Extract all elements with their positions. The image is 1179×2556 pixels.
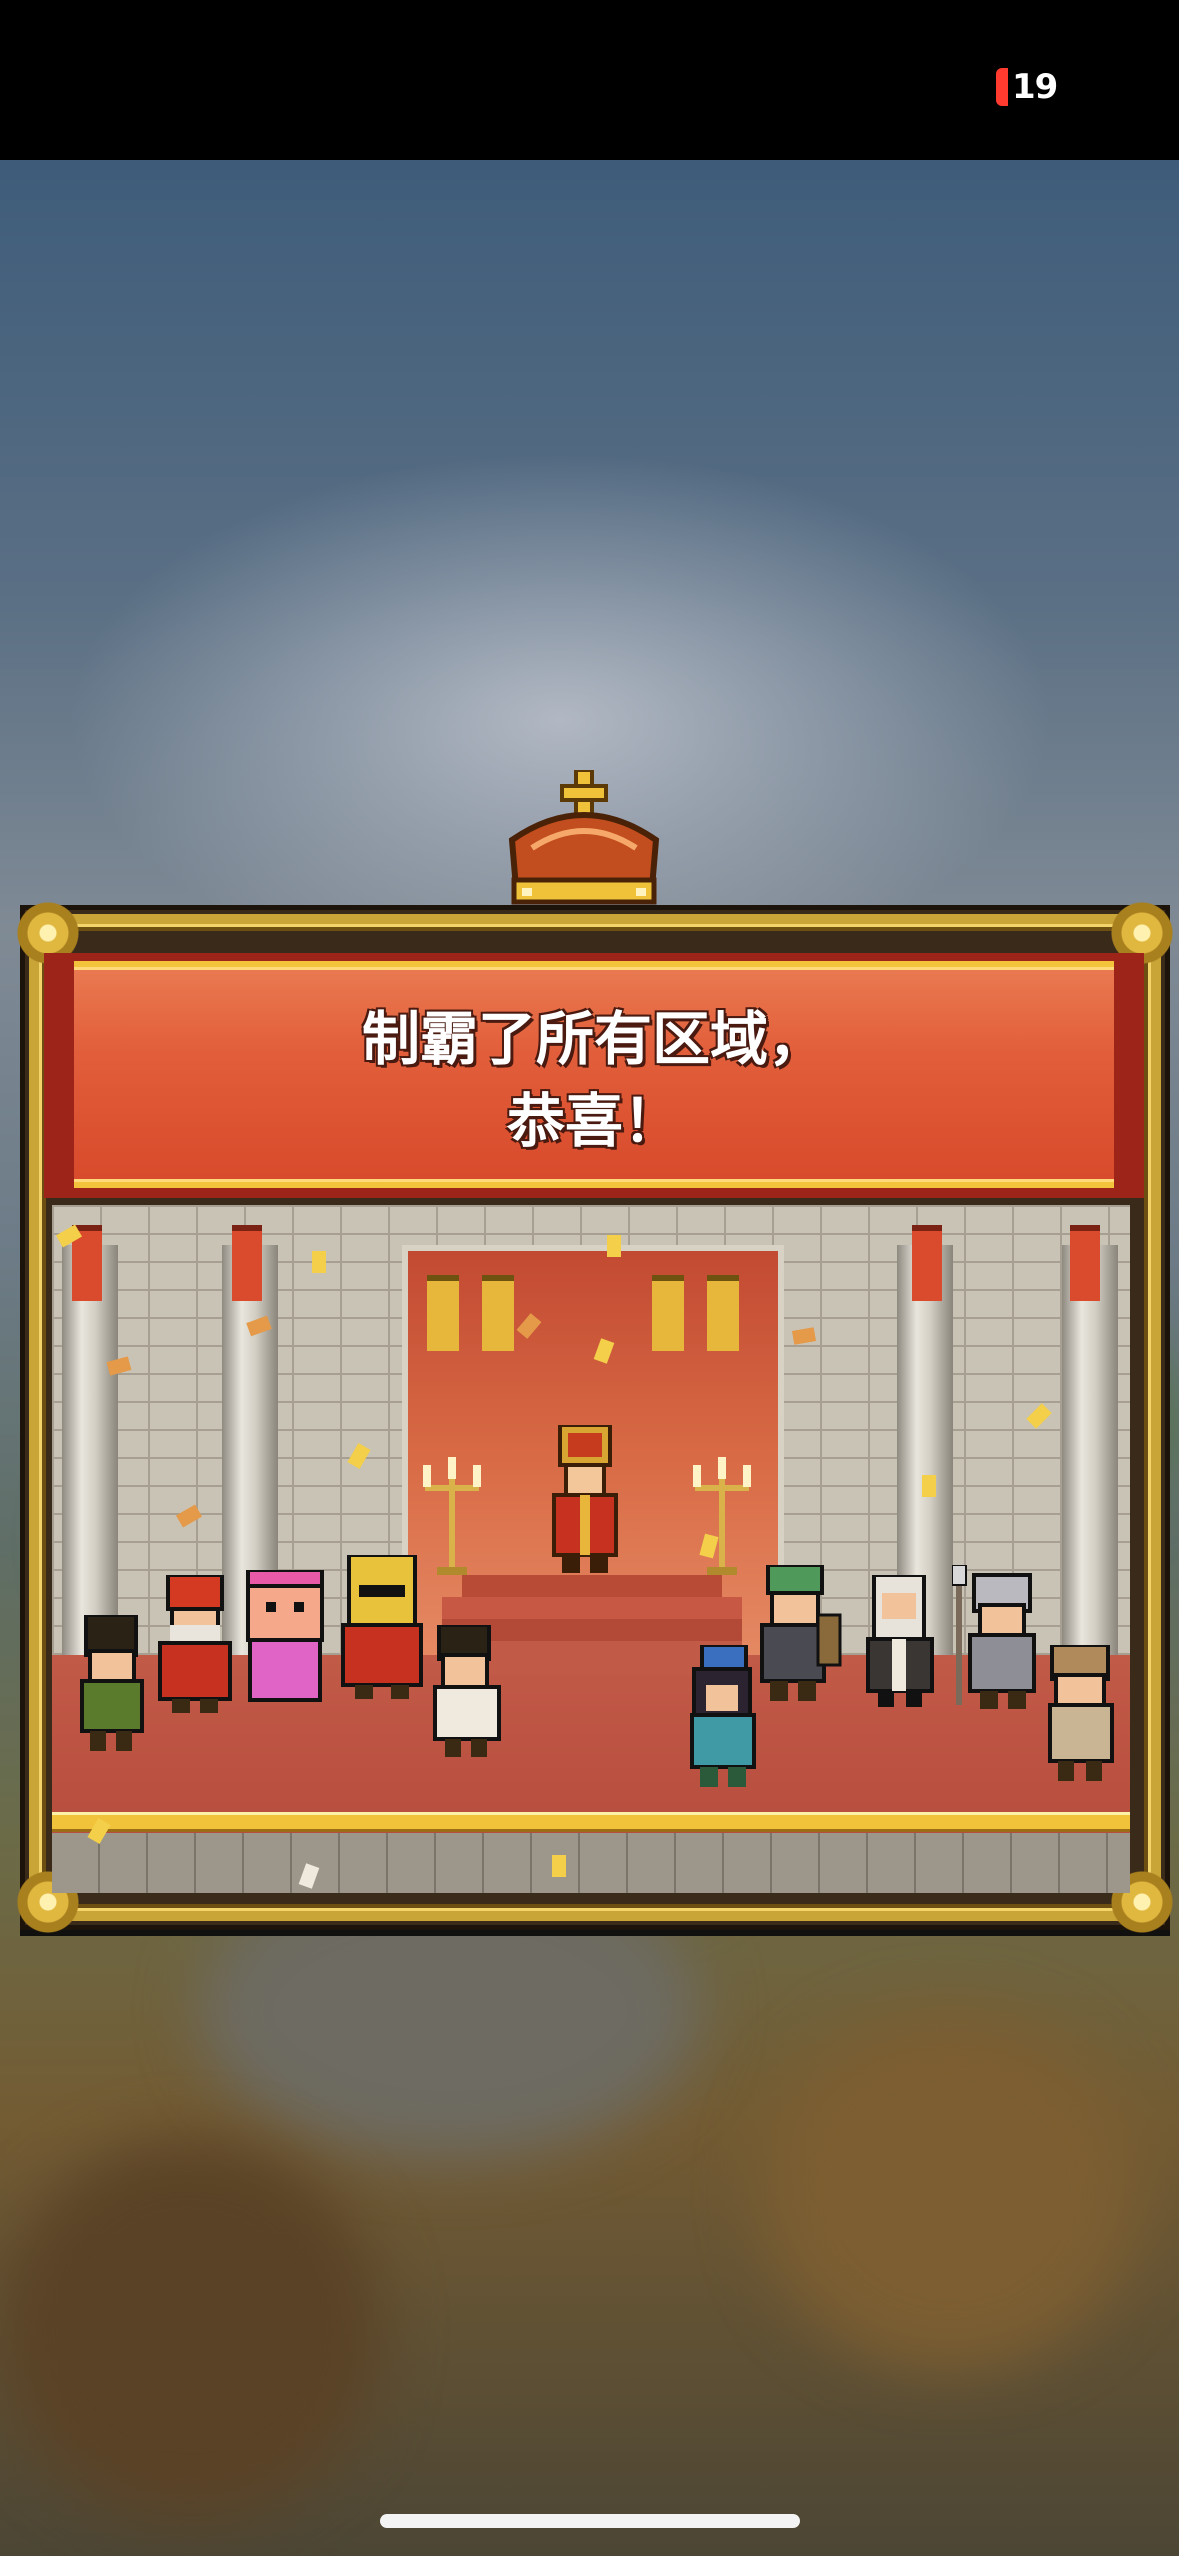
pink-princess-character [246, 1570, 324, 1702]
red-flag-icon [232, 1225, 262, 1301]
gold-flag-icon [652, 1275, 684, 1351]
dialog-title: 制霸了所有区域， 恭喜！ [361, 1005, 826, 1155]
title-banner: 制霸了所有区域， 恭喜！ [44, 953, 1144, 1198]
gold-flag-icon [707, 1275, 739, 1351]
gold-flag-icon [427, 1275, 459, 1351]
red-flag-icon [912, 1225, 942, 1301]
crown-icon [508, 770, 660, 905]
villager-character [80, 1615, 144, 1751]
confetti [607, 1235, 621, 1257]
candelabra-icon [693, 1457, 751, 1575]
battery-indicator: 19 [996, 66, 1058, 108]
battery-level: 19 [1012, 67, 1058, 107]
merchant-character [760, 1565, 842, 1701]
elder-character [866, 1575, 934, 1707]
spear-soldier-character [952, 1565, 1036, 1709]
confetti [552, 1855, 566, 1877]
status-bar: 19 [0, 0, 1179, 160]
red-flag-icon [1070, 1225, 1100, 1301]
hunter-character [1048, 1645, 1114, 1781]
confetti [312, 1251, 326, 1273]
battery-icon [996, 68, 1008, 106]
gold-flag-icon [482, 1275, 514, 1351]
red-cleric-character [158, 1575, 232, 1713]
scholar-character [433, 1625, 501, 1757]
candelabra-icon [423, 1457, 481, 1575]
confetti [922, 1475, 936, 1497]
throne-room-scene [52, 1205, 1130, 1893]
home-indicator[interactable] [380, 2514, 800, 2528]
king-character [552, 1425, 618, 1573]
gold-knight-character [341, 1555, 423, 1699]
